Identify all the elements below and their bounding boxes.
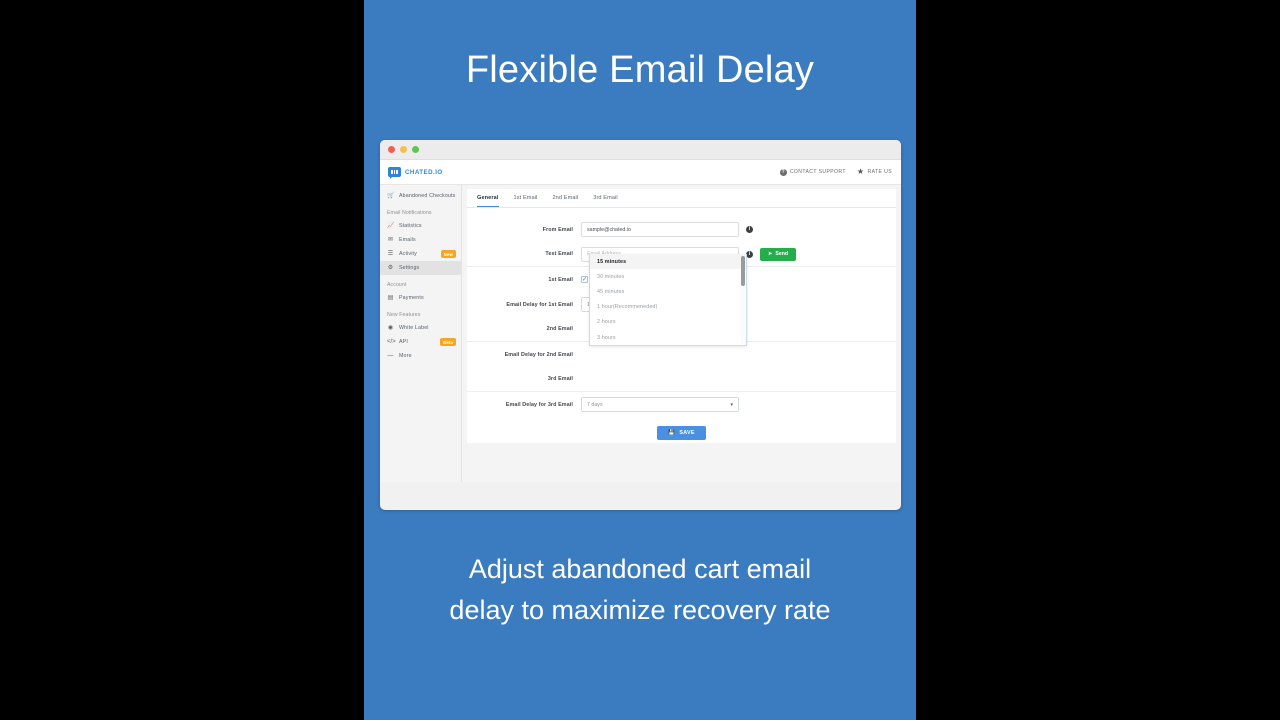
tab-general[interactable]: General <box>477 195 499 207</box>
sidebar-item-label: Abandoned Checkouts <box>399 193 456 199</box>
dropdown-scrollbar[interactable] <box>741 256 745 344</box>
code-icon: </> <box>387 338 396 345</box>
contact-support-link[interactable]: ? CONTACT SUPPORT <box>779 168 846 176</box>
tab-bar: General 1st Email 2nd Email 3rd Email <box>467 189 896 208</box>
slide-stage: Flexible Email Delay CHATED.IO ? CONTACT… <box>0 0 1280 720</box>
third-email-row: 3rd Email <box>467 367 896 392</box>
tab-1st-email[interactable]: 1st Email <box>514 195 538 207</box>
contact-support-label: CONTACT SUPPORT <box>789 169 846 175</box>
sidebar-item-label: Payments <box>399 295 424 301</box>
save-button[interactable]: 💾 SAVE <box>657 426 706 440</box>
window-titlebar <box>380 140 901 160</box>
sidebar-item-api[interactable]: </> API Beta <box>380 335 461 349</box>
save-label: SAVE <box>679 430 695 436</box>
brand-logo[interactable]: CHATED.IO <box>388 167 443 179</box>
tab-2nd-email[interactable]: 2nd Email <box>552 195 578 207</box>
cart-icon: 🛒 <box>387 192 395 199</box>
sidebar-item-label: Emails <box>399 237 416 243</box>
dropdown-option[interactable]: 1 hour(Recommeneded) <box>590 300 746 315</box>
dropdown-option[interactable]: 2 hours <box>590 315 746 330</box>
star-icon: ★ <box>856 167 865 176</box>
send-test-email-button[interactable]: ➤ Send <box>760 247 797 261</box>
sidebar-item-label: Statistics <box>399 223 422 229</box>
info-icon[interactable]: i <box>746 226 753 233</box>
delay-third-email-label: Email Delay for 3rd Email <box>505 401 573 408</box>
browser-window-mock: CHATED.IO ? CONTACT SUPPORT ★ RATE US 🛒 … <box>380 140 901 510</box>
rate-us-label: RATE US <box>867 169 892 175</box>
sidebar-item-payments[interactable]: ▤ Payments <box>380 291 461 305</box>
delay-first-email-label: Email Delay for 1st Email <box>506 301 573 308</box>
list-icon: ☰ <box>387 250 394 257</box>
chat-bubble-icon <box>388 167 401 179</box>
delay-dropdown-menu[interactable]: 15 minutes 30 minutes 45 minutes 1 hour(… <box>589 254 747 347</box>
maximize-dot-icon[interactable] <box>412 146 419 153</box>
sidebar-item-statistics[interactable]: 📈 Statistics <box>380 219 461 233</box>
from-email-row: From Email sample@chated.io i <box>467 217 896 242</box>
sidebar-item-settings[interactable]: ⚙ Settings <box>380 261 461 275</box>
topbar-actions: ? CONTACT SUPPORT ★ RATE US <box>779 168 892 176</box>
info-icon[interactable]: i <box>746 250 753 258</box>
send-label: Send <box>775 251 789 257</box>
question-circle-icon: ? <box>779 168 787 176</box>
settings-form: From Email sample@chated.io i Test Email… <box>467 208 896 443</box>
sidebar-item-label: White Label <box>399 325 429 331</box>
tag-icon: ◉ <box>387 324 394 331</box>
minimize-dot-icon[interactable] <box>400 146 407 153</box>
dropdown-option[interactable]: 15 minutes <box>590 254 746 270</box>
chart-icon: 📈 <box>387 222 395 229</box>
sidebar-item-abandoned-checkouts[interactable]: 🛒 Abandoned Checkouts <box>380 189 461 203</box>
app-topbar: CHATED.IO ? CONTACT SUPPORT ★ RATE US <box>380 160 901 185</box>
first-email-label: 1st Email <box>548 276 573 283</box>
caption-line-2: delay to maximize recovery rate <box>449 595 831 626</box>
sidebar-item-label: More <box>399 353 412 359</box>
from-email-input[interactable]: sample@chated.io <box>581 222 739 237</box>
status-badge: Beta <box>440 338 456 346</box>
app-body: 🛒 Abandoned Checkouts Email Notification… <box>380 185 901 482</box>
sidebar-item-label: API <box>399 339 408 345</box>
dash-icon: — <box>387 352 394 359</box>
sidebar: 🛒 Abandoned Checkouts Email Notification… <box>380 185 462 482</box>
blue-background-panel: Flexible Email Delay CHATED.IO ? CONTACT… <box>364 0 916 720</box>
dropdown-option[interactable]: 30 minutes <box>590 269 746 284</box>
sidebar-item-label: Settings <box>399 265 420 271</box>
sidebar-heading-account: Account <box>387 282 407 288</box>
brand-name: CHATED.IO <box>405 168 443 176</box>
second-email-label: 2nd Email <box>546 326 573 332</box>
enable-1st-email-checkbox[interactable]: ✓ <box>581 276 588 283</box>
gear-icon: ⚙ <box>387 264 394 271</box>
sidebar-item-more[interactable]: — More <box>380 349 461 363</box>
sidebar-heading-email-notifications: Email Notifications <box>387 210 432 216</box>
test-email-label: Test Email <box>545 251 573 257</box>
envelope-icon: ✉ <box>387 236 394 243</box>
third-email-label: 3rd Email <box>547 376 573 382</box>
dropdown-scrollbar-thumb[interactable] <box>741 256 745 286</box>
sidebar-item-activity[interactable]: ☰ Activity New <box>380 247 461 261</box>
from-email-label: From Email <box>542 226 573 233</box>
sidebar-heading-new-features: New Features <box>387 312 421 318</box>
save-row: 💾 SAVE <box>467 426 896 440</box>
sidebar-item-emails[interactable]: ✉ Emails <box>380 233 461 247</box>
sidebar-item-white-label[interactable]: ◉ White Label <box>380 321 461 335</box>
dropdown-option[interactable]: 45 minutes <box>590 284 746 299</box>
caption-line-1: Adjust abandoned cart email <box>468 554 812 584</box>
floppy-disk-icon: 💾 <box>668 430 676 436</box>
sidebar-item-label: Activity <box>399 251 417 257</box>
delay-third-email-value: 7 days <box>587 401 603 408</box>
card-icon: ▤ <box>387 294 394 301</box>
main-content: General 1st Email 2nd Email 3rd Email Fr… <box>462 185 901 482</box>
paper-plane-icon: ➤ <box>768 251 773 257</box>
dropdown-option[interactable]: 3 hours <box>590 330 746 345</box>
delay-third-email-row: Email Delay for 3rd Email 7 days ▾ <box>467 392 896 417</box>
close-dot-icon[interactable] <box>388 146 395 153</box>
page-title: Flexible Email Delay <box>465 49 815 91</box>
tab-3rd-email[interactable]: 3rd Email <box>593 195 618 207</box>
delay-third-email-select[interactable]: 7 days ▾ <box>581 397 739 412</box>
rate-us-link[interactable]: ★ RATE US <box>857 168 892 176</box>
status-badge: New <box>440 250 456 258</box>
slide-caption: Adjust abandoned cart email delay to max… <box>374 549 906 631</box>
chevron-down-icon: ▾ <box>730 401 733 408</box>
delay-second-email-label: Email Delay for 2nd Email <box>504 351 573 358</box>
